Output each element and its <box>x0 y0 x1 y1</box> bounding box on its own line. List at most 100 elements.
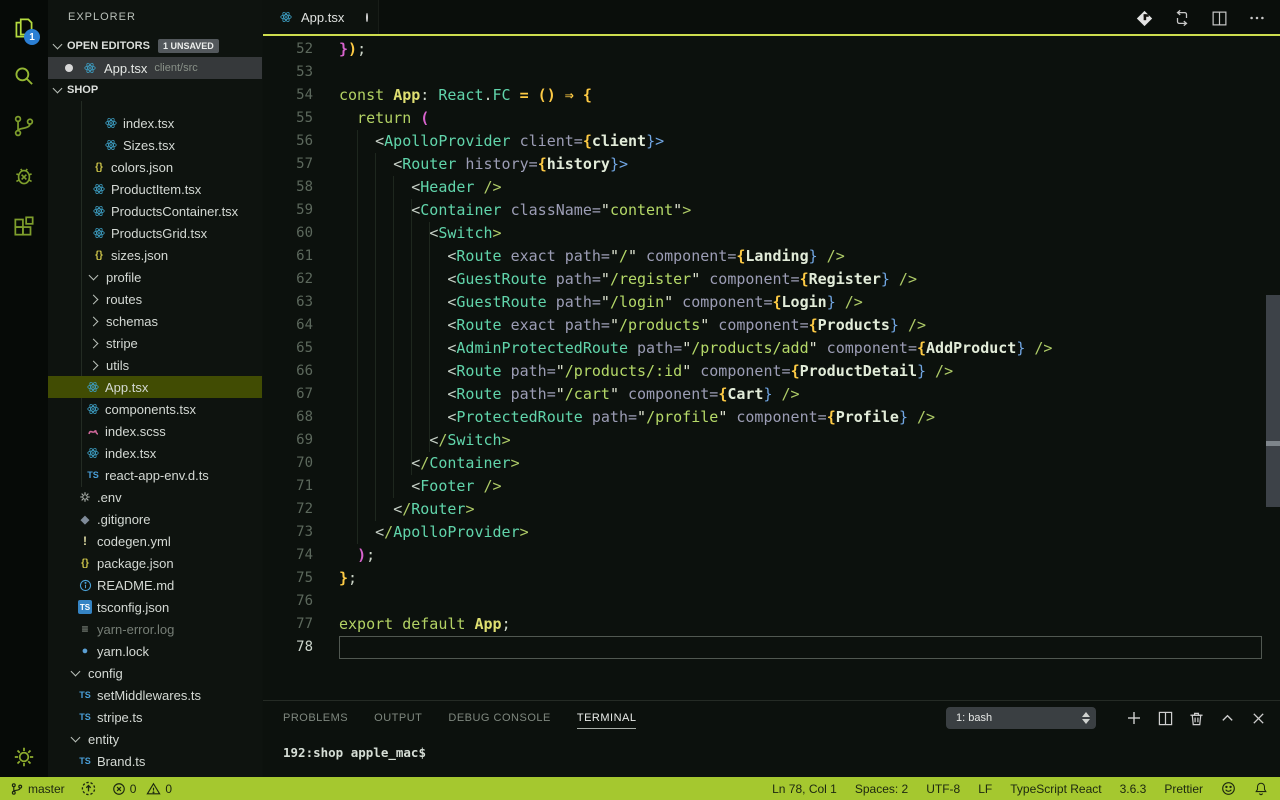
panel-tab-output[interactable]: OUTPUT <box>374 708 422 728</box>
code-line-74[interactable]: 74 ); <box>263 544 1266 567</box>
tree-item-setMiddlewares.ts[interactable]: TSsetMiddlewares.ts <box>48 684 262 706</box>
code-line-57[interactable]: 57 <Router history={history}> <box>263 153 1266 176</box>
code-line-70[interactable]: 70 </Container> <box>263 452 1266 475</box>
notifications-bell-icon[interactable] <box>1254 781 1268 796</box>
code-line-72[interactable]: 72 </Router> <box>263 498 1266 521</box>
open-editor-item-app-tsx[interactable]: App.tsx client/src <box>48 57 262 79</box>
status-item-spaces-2[interactable]: Spaces: 2 <box>855 782 908 796</box>
problems-status[interactable]: 0 0 <box>112 782 172 796</box>
more-actions-icon[interactable] <box>1248 9 1266 27</box>
tree-item-label: routes <box>106 292 142 307</box>
open-editors-header[interactable]: OPEN EDITORS 1 UNSAVED <box>48 35 262 57</box>
code-line-62[interactable]: 62 <GuestRoute path="/register" componen… <box>263 268 1266 291</box>
panel-tab-terminal[interactable]: TERMINAL <box>577 708 637 729</box>
split-editor-icon[interactable] <box>1211 10 1228 27</box>
code-line-60[interactable]: 60 <Switch> <box>263 222 1266 245</box>
code-line-55[interactable]: 55 return ( <box>263 107 1266 130</box>
code-line-59[interactable]: 59 <Container className="content"> <box>263 199 1266 222</box>
close-panel-icon[interactable] <box>1251 711 1266 726</box>
kill-terminal-icon[interactable] <box>1189 711 1204 726</box>
tree-item-ProductsContainer.tsx[interactable]: ProductsContainer.tsx <box>48 200 262 222</box>
compare-changes-icon[interactable] <box>1173 9 1191 27</box>
vertical-scrollbar[interactable] <box>1266 295 1280 507</box>
maximize-panel-icon[interactable] <box>1220 711 1235 726</box>
tree-folder-entity[interactable]: entity <box>48 728 262 750</box>
tree-item-yarn-error.log[interactable]: ≡yarn-error.log <box>48 618 262 640</box>
tree-item-Brand.ts[interactable]: TSBrand.ts <box>48 750 262 772</box>
tree-item-yarn.lock[interactable]: ●yarn.lock <box>48 640 262 662</box>
shell-select[interactable]: 1: bash <box>946 707 1096 729</box>
code-line-78[interactable]: 78 <box>263 636 1266 659</box>
code-editor[interactable]: 52});5354const App: React.FC = () ⇒ {55 … <box>263 38 1266 659</box>
code-line-69[interactable]: 69 </Switch> <box>263 429 1266 452</box>
status-item-lf[interactable]: LF <box>978 782 992 796</box>
status-item-ln-78-col-1[interactable]: Ln 78, Col 1 <box>772 782 837 796</box>
tree-item-colors.json[interactable]: {}colors.json <box>48 156 262 178</box>
code-line-64[interactable]: 64 <Route exact path="/products" compone… <box>263 314 1266 337</box>
tree-item-sizes.json[interactable]: {}sizes.json <box>48 244 262 266</box>
code-line-77[interactable]: 77export default App; <box>263 613 1266 636</box>
source-control-icon[interactable] <box>0 102 48 150</box>
code-line-58[interactable]: 58 <Header /> <box>263 176 1266 199</box>
status-item-3-6-3[interactable]: 3.6.3 <box>1120 782 1147 796</box>
tree-folder-config[interactable]: config <box>48 662 262 684</box>
tree-folder-profile[interactable]: profile <box>48 266 262 288</box>
tree-item-package.json[interactable]: {}package.json <box>48 552 262 574</box>
extensions-icon[interactable] <box>0 202 48 250</box>
code-line-73[interactable]: 73 </ApolloProvider> <box>263 521 1266 544</box>
code-line-66[interactable]: 66 <Route path="/products/:id" component… <box>263 360 1266 383</box>
code-line-61[interactable]: 61 <Route exact path="/" component={Land… <box>263 245 1266 268</box>
tree-item-tsconfig.json[interactable]: TStsconfig.json <box>48 596 262 618</box>
prettier-icon[interactable] <box>1136 10 1153 27</box>
line-number: 70 <box>263 452 313 475</box>
tree-item-label: ProductItem.tsx <box>111 182 201 197</box>
tree-item-partial[interactable] <box>48 101 262 112</box>
branch-status[interactable]: master <box>10 782 65 796</box>
settings-gear-icon[interactable] <box>0 733 48 781</box>
new-terminal-icon[interactable] <box>1126 710 1142 726</box>
explorer-icon[interactable]: 1 <box>0 4 48 52</box>
tree-item-index.tsx[interactable]: index.tsx <box>48 442 262 464</box>
tree-item-react-app-env.d.ts[interactable]: TSreact-app-env.d.ts <box>48 464 262 486</box>
tree-item-ProductsGrid.tsx[interactable]: ProductsGrid.tsx <box>48 222 262 244</box>
debug-icon[interactable] <box>0 152 48 200</box>
panel-tab-problems[interactable]: PROBLEMS <box>283 708 348 728</box>
code-line-75[interactable]: 75}; <box>263 567 1266 590</box>
tree-item-README.md[interactable]: README.md <box>48 574 262 596</box>
status-item-typescript-react[interactable]: TypeScript React <box>1010 782 1101 796</box>
code-line-65[interactable]: 65 <AdminProtectedRoute path="/products/… <box>263 337 1266 360</box>
tree-item-components.tsx[interactable]: components.tsx <box>48 398 262 420</box>
code-line-68[interactable]: 68 <ProtectedRoute path="/profile" compo… <box>263 406 1266 429</box>
tree-item-codegen.yml[interactable]: !codegen.yml <box>48 530 262 552</box>
tree-folder-routes[interactable]: routes <box>48 288 262 310</box>
tree-folder-schemas[interactable]: schemas <box>48 310 262 332</box>
publish-changes-icon[interactable] <box>81 781 96 796</box>
tab-app-tsx[interactable]: App.tsx <box>263 0 379 34</box>
code-line-71[interactable]: 71 <Footer /> <box>263 475 1266 498</box>
tree-item-index.scss[interactable]: index.scss <box>48 420 262 442</box>
tree-item-Sizes.tsx[interactable]: Sizes.tsx <box>48 134 262 156</box>
status-item-prettier[interactable]: Prettier <box>1164 782 1203 796</box>
split-terminal-icon[interactable] <box>1158 711 1173 726</box>
terminal-prompt[interactable]: 192:shop apple_mac$ <box>263 735 1280 760</box>
code-line-56[interactable]: 56 <ApolloProvider client={client}> <box>263 130 1266 153</box>
tree-item-stripe.ts[interactable]: TSstripe.ts <box>48 706 262 728</box>
code-line-54[interactable]: 54const App: React.FC = () ⇒ { <box>263 84 1266 107</box>
search-icon[interactable] <box>0 52 48 100</box>
panel-tab-debug-console[interactable]: DEBUG CONSOLE <box>448 708 550 728</box>
tree-folder-utils[interactable]: utils <box>48 354 262 376</box>
tree-item-App.tsx[interactable]: App.tsx <box>48 376 262 398</box>
shop-section-header[interactable]: SHOP <box>48 79 262 101</box>
code-line-67[interactable]: 67 <Route path="/cart" component={Cart} … <box>263 383 1266 406</box>
tree-item-index.tsx[interactable]: index.tsx <box>48 112 262 134</box>
code-line-63[interactable]: 63 <GuestRoute path="/login" component={… <box>263 291 1266 314</box>
code-line-53[interactable]: 53 <box>263 61 1266 84</box>
tree-item-.env[interactable]: .env <box>48 486 262 508</box>
feedback-smiley-icon[interactable] <box>1221 781 1236 796</box>
tree-item-.gitignore[interactable]: ◆.gitignore <box>48 508 262 530</box>
tree-item-ProductItem.tsx[interactable]: ProductItem.tsx <box>48 178 262 200</box>
status-item-utf-8[interactable]: UTF-8 <box>926 782 960 796</box>
code-line-52[interactable]: 52}); <box>263 38 1266 61</box>
tree-folder-stripe[interactable]: stripe <box>48 332 262 354</box>
code-line-76[interactable]: 76 <box>263 590 1266 613</box>
